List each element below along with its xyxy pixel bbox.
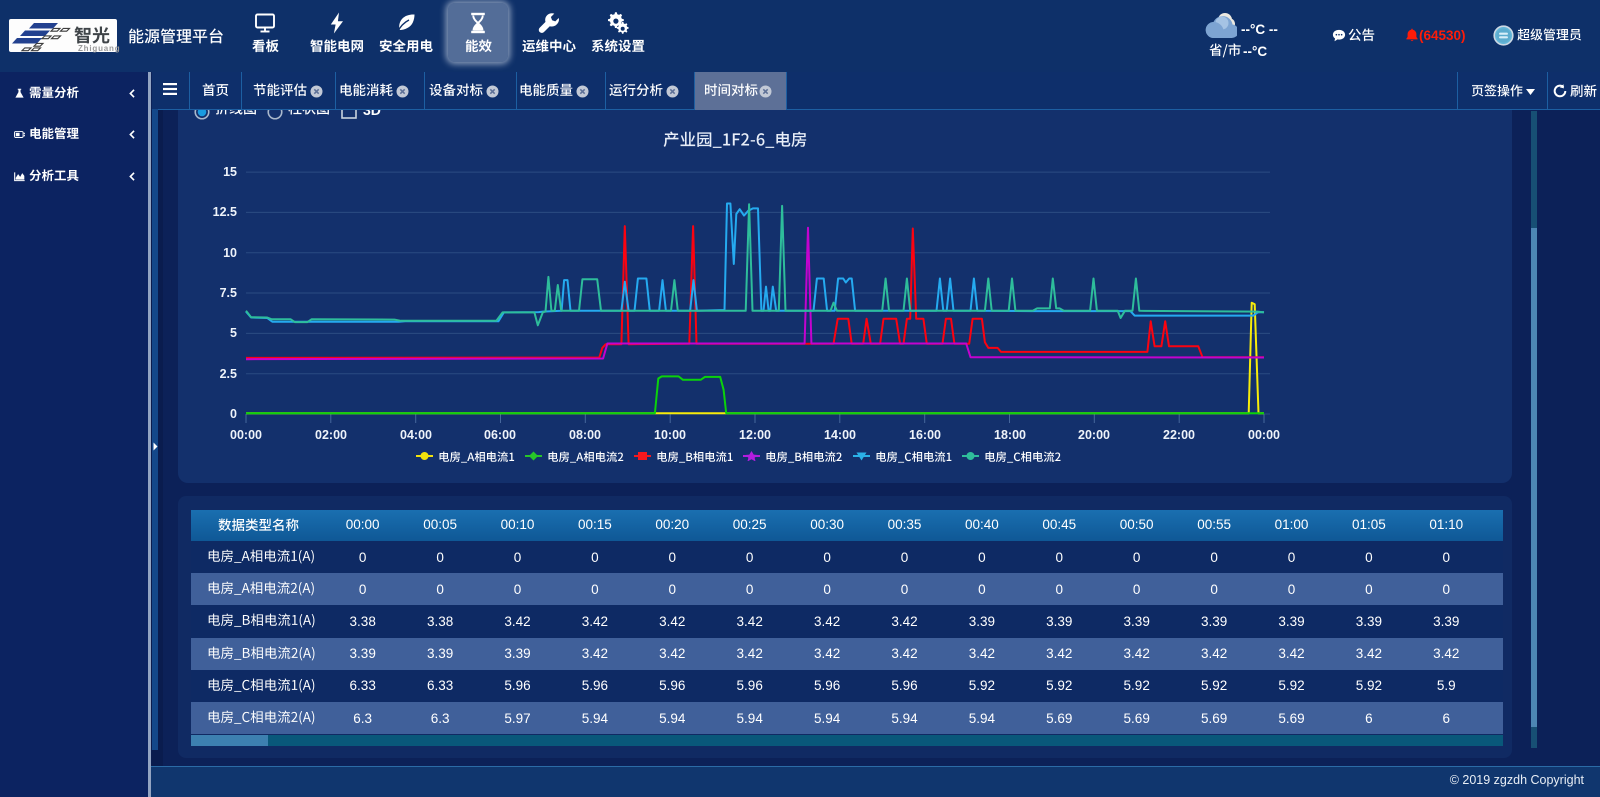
svg-text:5: 5: [230, 326, 237, 340]
svg-text:22:00: 22:00: [1163, 428, 1195, 442]
svg-text:06:00: 06:00: [484, 428, 516, 442]
svg-text:08:00: 08:00: [569, 428, 601, 442]
svg-text:00:00: 00:00: [1248, 428, 1280, 442]
svg-text:04:00: 04:00: [400, 428, 432, 442]
svg-text:15: 15: [223, 165, 237, 179]
svg-text:2.5: 2.5: [220, 367, 237, 381]
svg-text:12:00: 12:00: [739, 428, 771, 442]
svg-text:02:00: 02:00: [315, 428, 347, 442]
svg-text:00:00: 00:00: [230, 428, 262, 442]
svg-text:16:00: 16:00: [909, 428, 941, 442]
svg-text:12.5: 12.5: [213, 205, 237, 219]
svg-text:20:00: 20:00: [1078, 428, 1110, 442]
svg-text:10:00: 10:00: [654, 428, 686, 442]
svg-text:14:00: 14:00: [824, 428, 856, 442]
svg-text:10: 10: [223, 246, 237, 260]
svg-text:18:00: 18:00: [994, 428, 1026, 442]
svg-text:7.5: 7.5: [220, 286, 237, 300]
svg-text:0: 0: [230, 407, 237, 421]
